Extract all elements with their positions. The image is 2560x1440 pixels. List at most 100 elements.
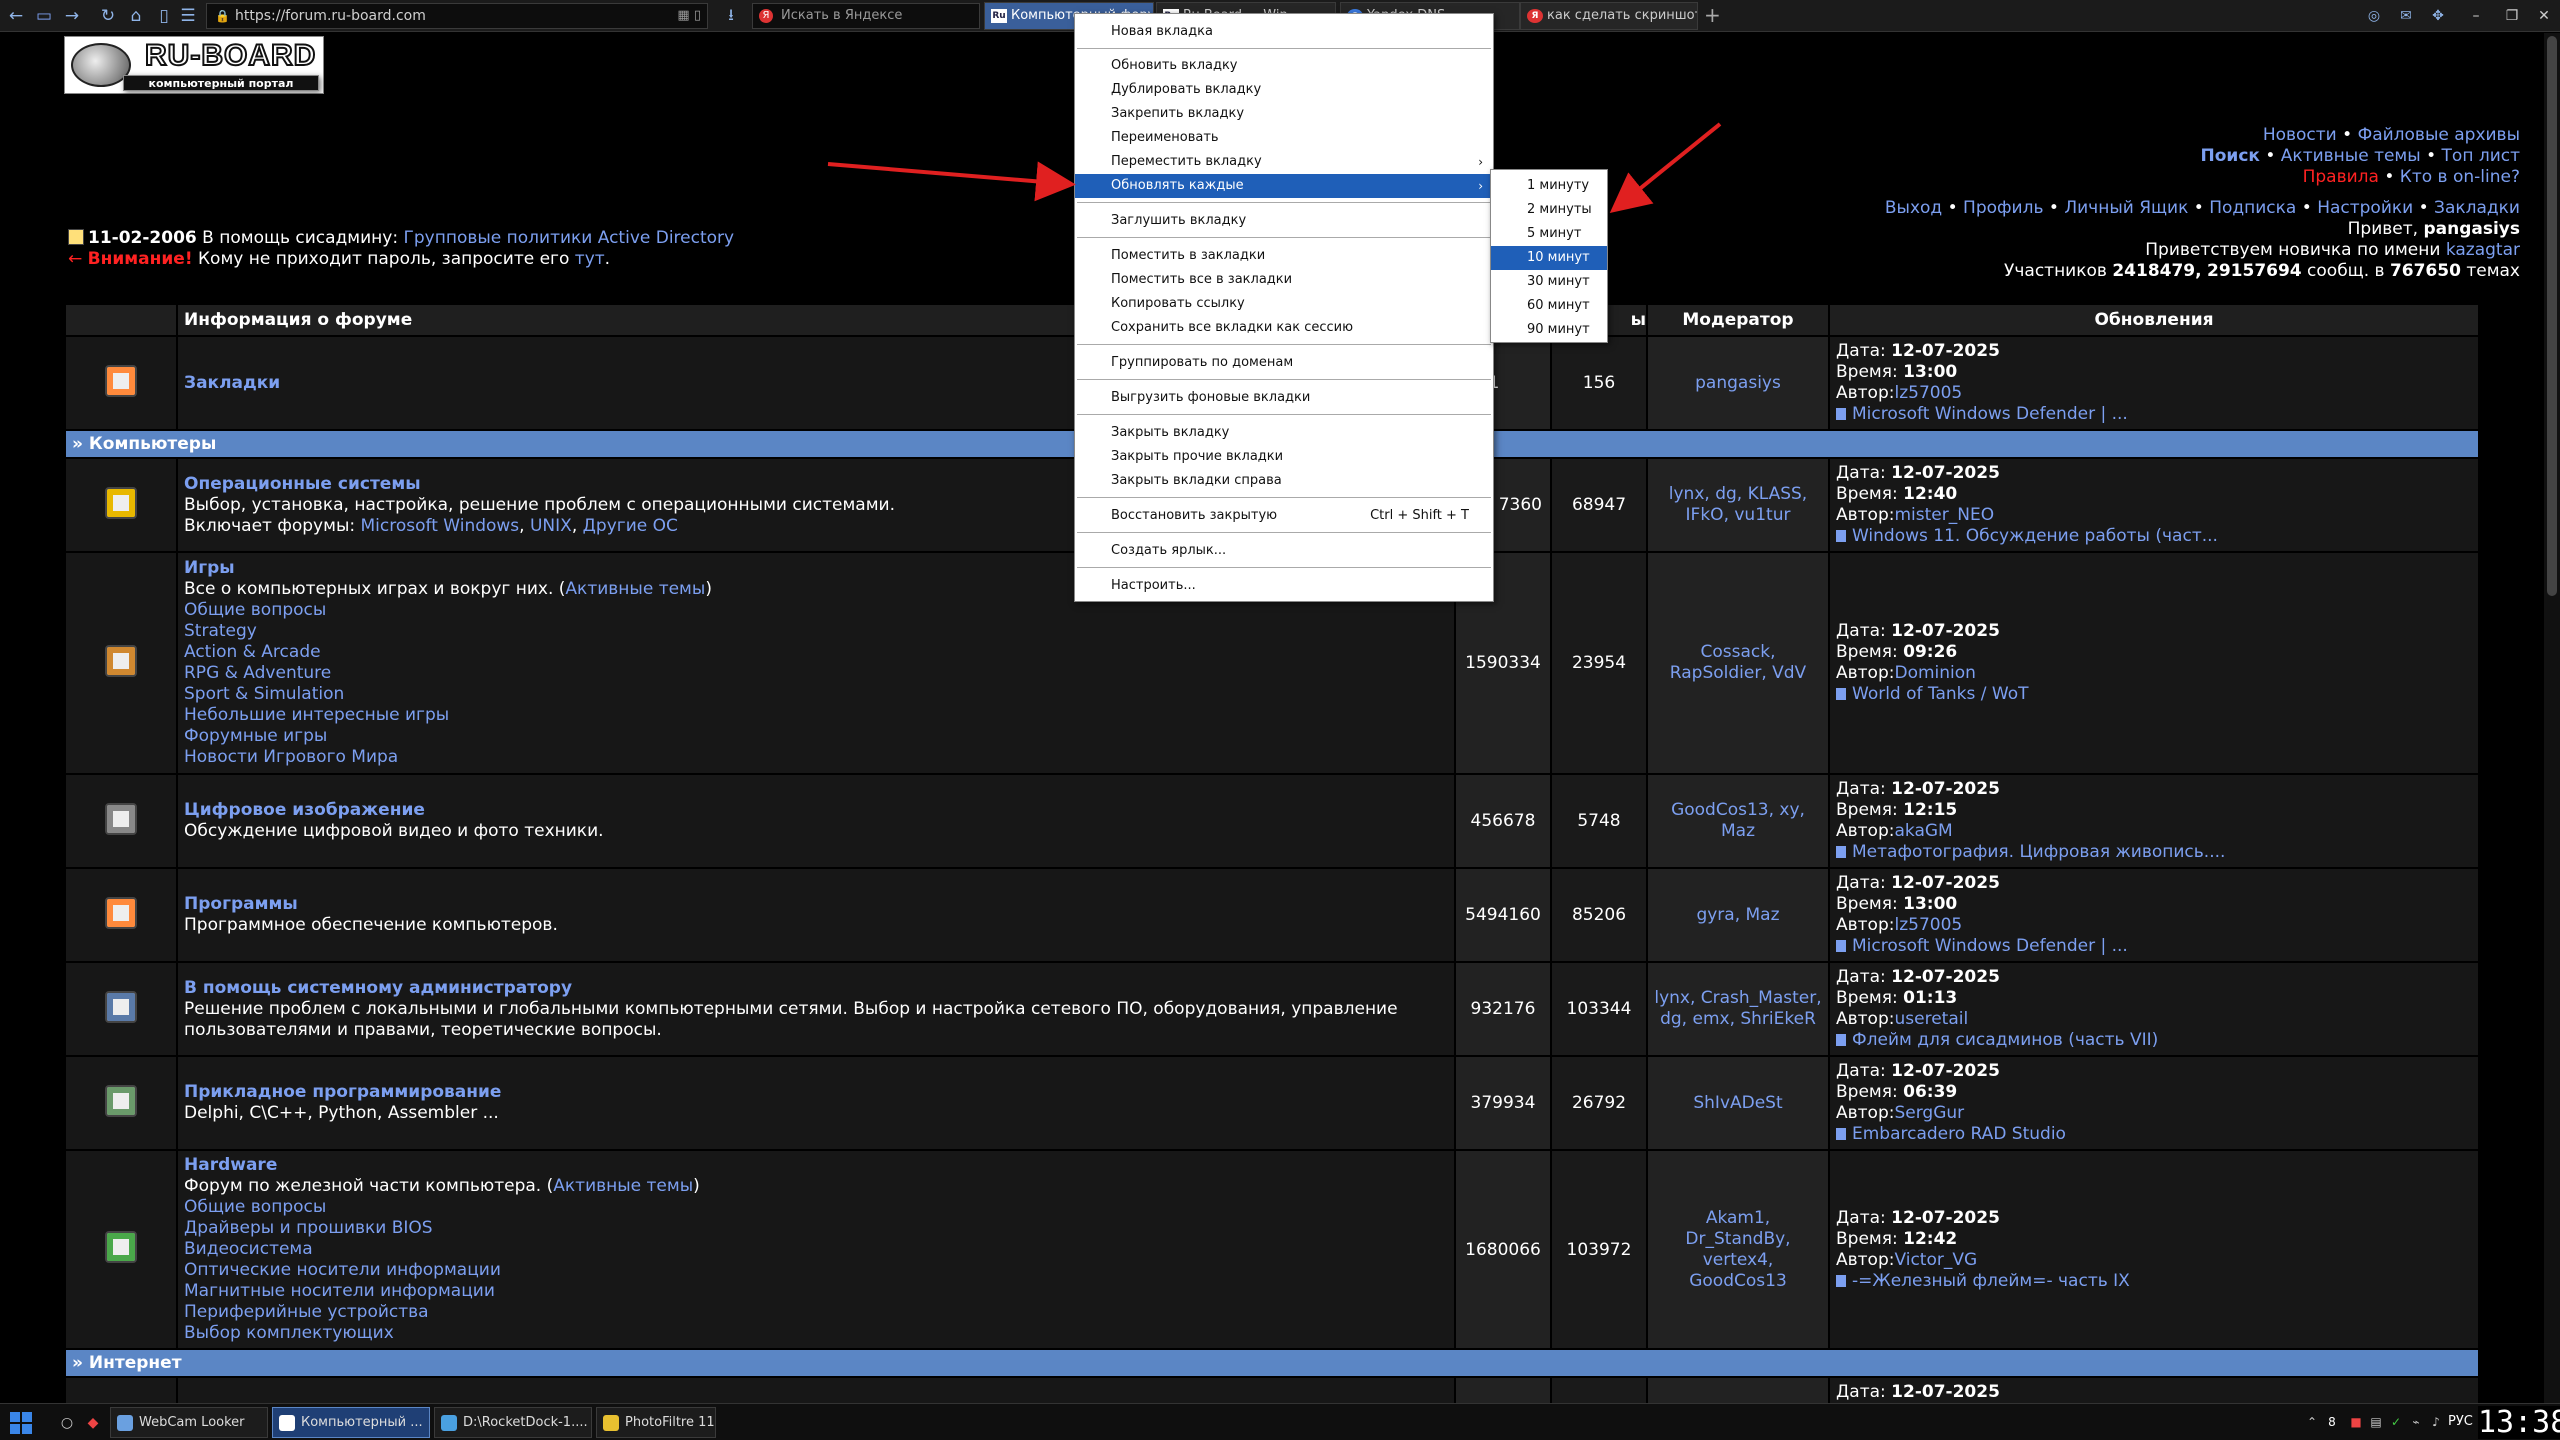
password-link[interactable]: тут [575, 249, 605, 269]
mail-icon[interactable]: ✉ [2396, 6, 2416, 26]
moderators[interactable]: GoodCos13, xy, Maz [1646, 773, 1830, 869]
subforum-link[interactable]: Другие ОС [583, 516, 678, 536]
subscription-link[interactable]: Подписка [2209, 198, 2296, 218]
menu-save-session[interactable]: Сохранить все вкладки как сессию [1075, 316, 1493, 340]
author-link[interactable]: Victor_VG [1894, 1250, 1977, 1270]
subforum-link[interactable]: Strategy [184, 621, 1448, 642]
forum-name-link[interactable]: Цифровое изображение [184, 800, 1448, 821]
restore-icon[interactable]: ❐ [2500, 4, 2524, 28]
moderator-links[interactable]: Maz [1652, 821, 1824, 842]
tray-chevron-icon[interactable]: ⌃ [2304, 1414, 2320, 1430]
subforum-link[interactable]: Магнитные носители информации [184, 1281, 1448, 1302]
interval-2-min[interactable]: 2 минуты [1491, 198, 1607, 222]
menu-mute-tab[interactable]: Заглушить вкладку [1075, 209, 1493, 233]
topic-link[interactable]: Microsoft Windows Defender | ... [1836, 936, 2472, 957]
antivirus-tray-icon[interactable]: ■ [2348, 1414, 2364, 1430]
forum-name-link[interactable]: Программы [184, 894, 1448, 915]
menu-group-domains[interactable]: Группировать по доменам [1075, 351, 1493, 375]
taskbar-app-browser[interactable]: Компьютерный ... [272, 1407, 430, 1438]
author-link[interactable]: akaGM [1894, 821, 1952, 841]
moderators[interactable]: Cossack, RapSoldier, VdV [1646, 551, 1830, 775]
topic-link[interactable]: Embarcadero RAD Studio [1836, 1124, 2472, 1145]
bookmarks-list-icon[interactable]: ☰ [176, 4, 200, 28]
moderators[interactable]: lynx, dg, KLASS, IFkO, vu1tur [1646, 457, 1830, 553]
menu-pin-tab[interactable]: Закрепить вкладку [1075, 102, 1493, 126]
tray-counter[interactable]: 8 [2324, 1414, 2340, 1430]
menu-close-tab[interactable]: Закрыть вкладку [1075, 421, 1493, 445]
menu-reload-tab[interactable]: Обновить вкладку [1075, 54, 1493, 78]
moderator-links[interactable]: gyra, Maz [1652, 905, 1824, 926]
subforum-link[interactable]: Форумные игры [184, 726, 1448, 747]
moderator-links[interactable]: ShIvADeSt [1652, 1093, 1824, 1114]
volume-tray-icon[interactable]: ♪ [2428, 1414, 2444, 1430]
active-topics-link[interactable]: Активные темы [2281, 146, 2421, 166]
inbox-link[interactable]: Личный Ящик [2064, 198, 2188, 218]
subforum-link[interactable]: Оптические носители информации [184, 1260, 1448, 1281]
settings-link[interactable]: Настройки [2317, 198, 2413, 218]
topic-link[interactable]: Windows 11. Обсуждение работы (част... [1836, 526, 2472, 547]
forum-name-link[interactable]: Hardware [184, 1155, 1448, 1176]
forward-icon[interactable]: → [60, 4, 84, 28]
new-tab-icon[interactable]: + [1704, 3, 1721, 27]
author-link[interactable]: lz57005 [1894, 383, 1962, 403]
subforum-link[interactable]: Общие вопросы [184, 1197, 1448, 1218]
network-tray-icon[interactable]: ⌁ [2408, 1414, 2424, 1430]
author-link[interactable]: Dominion [1894, 663, 1975, 683]
interval-30-min[interactable]: 30 минут [1491, 270, 1607, 294]
scrollbar-thumb[interactable] [2547, 36, 2557, 596]
subforum-link[interactable]: Драйверы и прошивки BIOS [184, 1218, 1448, 1239]
author-link[interactable]: useretail [1894, 1009, 1968, 1029]
home-icon[interactable]: ⌂ [124, 4, 148, 28]
author-link[interactable]: mister_NEO [1894, 505, 1994, 525]
menu-reload-every[interactable]: Обновлять каждые › [1075, 174, 1493, 198]
moderator-links[interactable]: dg, emx, ShriEkeR [1652, 1009, 1824, 1030]
moderator-links[interactable]: lynx, dg, KLASS, [1652, 484, 1824, 505]
back-icon[interactable]: ← [4, 4, 28, 28]
interval-60-min[interactable]: 60 минут [1491, 294, 1607, 318]
subforum-link[interactable]: RPG & Adventure [184, 663, 1448, 684]
sidebar-icon[interactable]: ▭ [32, 4, 56, 28]
minimize-icon[interactable]: – [2464, 4, 2488, 28]
taskbar-app-rocketdock[interactable]: D:\RocketDock-1.... [434, 1407, 592, 1438]
subforum-link[interactable]: Видеосистема [184, 1239, 1448, 1260]
author-link[interactable]: lz57005 [1894, 915, 1962, 935]
reload-icon[interactable]: ↻ [96, 4, 120, 28]
subforum-link[interactable]: Action & Arcade [184, 642, 1448, 663]
moderators[interactable]: Akam1, Dr_StandBy, vertex4, GoodCos13 [1646, 1149, 1830, 1350]
moderators[interactable]: ShIvADeSt [1646, 1055, 1830, 1151]
file-archives-link[interactable]: Файловые архивы [2358, 125, 2520, 145]
moderator-link[interactable]: GoodCos13 [1652, 1271, 1824, 1292]
subforum-link[interactable]: Microsoft Windows [361, 516, 520, 536]
active-topics-link[interactable]: Активные темы [565, 579, 705, 599]
menu-customize[interactable]: Настроить... [1075, 574, 1493, 598]
profile-link[interactable]: Профиль [1963, 198, 2043, 218]
taskbar-app-photofiltre[interactable]: PhotoFiltre 11 [596, 1407, 716, 1438]
menu-create-shortcut[interactable]: Создать ярлык... [1075, 539, 1493, 563]
site-logo[interactable]: RU-BOARD компьютерный портал [64, 36, 324, 94]
menu-close-right[interactable]: Закрыть вкладки справа [1075, 469, 1493, 493]
topic-link[interactable]: Метафотография. Цифровая живопись.... [1836, 842, 2472, 863]
menu-bookmark-all[interactable]: Поместить все в закладки [1075, 268, 1493, 292]
bookmarks-link[interactable]: Закладки [2434, 198, 2520, 218]
bookmark-icon[interactable]: ▯ [152, 4, 176, 28]
moderator-links[interactable]: IFkO, vu1tur [1652, 505, 1824, 526]
who-online-link[interactable]: Кто в on-line? [2400, 167, 2520, 187]
notice-link[interactable]: Групповые политики Active Directory [404, 228, 735, 248]
category-title[interactable]: » Интернет [64, 1348, 2480, 1378]
moderator-links[interactable]: GoodCos13, xy, [1652, 800, 1824, 821]
menu-bookmark-tab[interactable]: Поместить в закладки [1075, 244, 1493, 268]
topic-link[interactable]: Microsoft Windows Defender | ... [1836, 404, 2472, 425]
tab-yandex-search[interactable]: Я как сделать скриншот в [1520, 2, 1698, 30]
menu-move-tab[interactable]: Переместить вкладку › [1075, 150, 1493, 174]
clock[interactable]: 13:38 [2478, 1406, 2560, 1439]
menu-close-others[interactable]: Закрыть прочие вкладки [1075, 445, 1493, 469]
search-link[interactable]: Поиск [2201, 146, 2260, 166]
menu-duplicate-tab[interactable]: Дублировать вкладку [1075, 78, 1493, 102]
language-indicator[interactable]: РУС [2448, 1414, 2473, 1429]
moderator-link[interactable]: pangasiys [1646, 335, 1830, 431]
address-bar[interactable]: 🔒 https://forum.ru-board.com ▦ ▯ [206, 3, 708, 29]
subforum-link[interactable]: Небольшие интересные игры [184, 705, 1448, 726]
pinned-app-icon[interactable]: ◆ [84, 1414, 102, 1432]
author-link[interactable]: SergGur [1894, 1103, 1964, 1123]
menu-rename[interactable]: Переименовать [1075, 126, 1493, 150]
